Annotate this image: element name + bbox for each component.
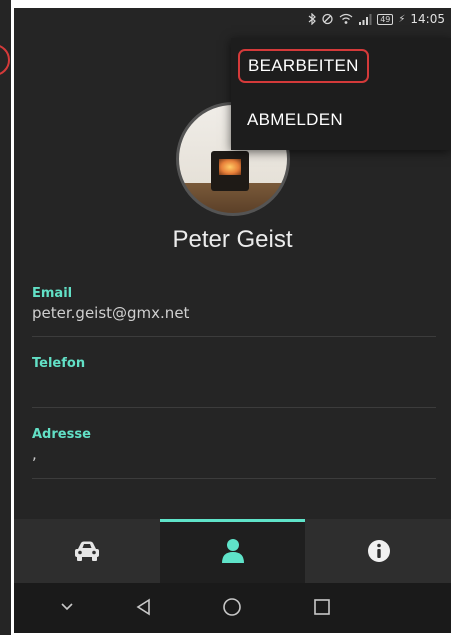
status-time: 14:05 — [410, 12, 445, 26]
system-navigation-bar — [14, 583, 451, 633]
phone-label: Telefon — [32, 356, 86, 371]
nav-item-vehicle[interactable] — [14, 519, 159, 583]
nav-item-info[interactable] — [306, 519, 451, 583]
bottom-navigation — [14, 519, 451, 583]
highlight-ring — [0, 44, 10, 76]
recents-icon[interactable] — [310, 595, 334, 619]
status-bar: 49 ⚡ 14:05 — [14, 8, 451, 30]
profile-name: Peter Geist — [172, 226, 293, 253]
divider — [32, 478, 436, 479]
back-icon[interactable] — [132, 595, 156, 619]
phone-screen: 49 ⚡ 14:05 Peter Geist Email peter.geist… — [14, 8, 451, 633]
person-icon — [221, 539, 244, 563]
signal-icon — [359, 14, 372, 25]
divider — [32, 407, 436, 408]
do-not-disturb-icon — [322, 13, 333, 25]
divider — [32, 336, 436, 337]
logout-menu-item[interactable]: ABMELDEN — [247, 110, 343, 130]
overflow-menu: BEARBEITEN ABMELDEN — [231, 38, 451, 150]
email-value: peter.geist@gmx.net — [32, 304, 190, 322]
nav-item-profile[interactable] — [160, 519, 305, 583]
address-label: Adresse — [32, 427, 91, 442]
chevron-down-icon[interactable] — [55, 595, 79, 619]
car-icon — [74, 541, 99, 561]
address-value: , — [32, 445, 37, 463]
edit-menu-item[interactable]: BEARBEITEN — [238, 49, 369, 83]
home-icon[interactable] — [220, 595, 244, 619]
battery-level: 49 — [377, 13, 394, 25]
wifi-icon — [339, 13, 353, 24]
fire-image-detail — [219, 159, 241, 175]
email-label: Email — [32, 286, 73, 301]
charging-icon: ⚡ — [398, 13, 406, 25]
info-icon — [367, 540, 390, 562]
previous-screen-edge — [0, 0, 11, 635]
status-icons: 49 ⚡ 14:05 — [308, 12, 445, 26]
bluetooth-icon — [308, 13, 317, 25]
